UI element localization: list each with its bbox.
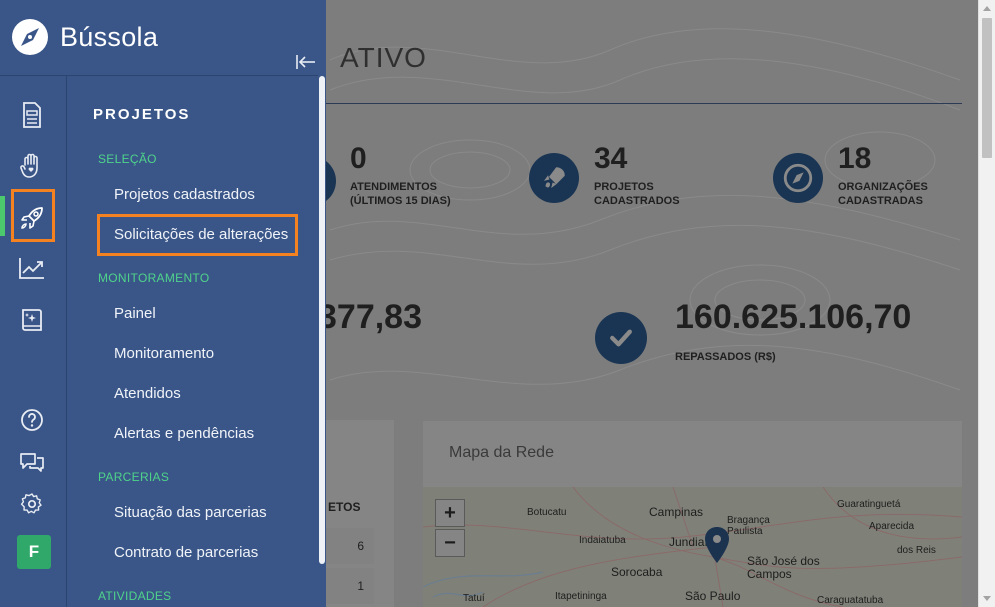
transferred-label: REPASSADOS (R$) bbox=[675, 351, 776, 363]
stat-organizations-label: ORGANIZAÇÕES CADASTRADAS bbox=[838, 181, 928, 207]
map-city: São José dos Campos bbox=[747, 554, 820, 581]
map-city: Campinas bbox=[649, 505, 704, 519]
scrollbar-thumb[interactable] bbox=[982, 18, 992, 158]
section-selecao: SELEÇÃO bbox=[98, 152, 157, 166]
zoom-in-button[interactable]: + bbox=[435, 499, 465, 527]
dashboard-title: ATIVO bbox=[340, 42, 427, 73]
menu-item-alertas-pendencias[interactable]: Alertas e pendências bbox=[114, 425, 254, 442]
compass-logo-icon bbox=[12, 19, 48, 55]
map-city: dos Reis bbox=[897, 545, 936, 556]
help-icon[interactable] bbox=[17, 405, 47, 435]
map-pin-icon[interactable] bbox=[705, 527, 729, 563]
menu-item-monitoramento[interactable]: Monitoramento bbox=[114, 345, 214, 362]
rocket-highlight bbox=[11, 189, 55, 242]
section-atividades: ATIVIDADES bbox=[98, 589, 172, 603]
map-city: Caraguatatuba bbox=[817, 595, 884, 606]
map-canvas[interactable]: + − Botucatu Campinas Bragança Paulista … bbox=[423, 487, 962, 607]
menu-scrollbar-thumb[interactable] bbox=[319, 76, 325, 564]
menu-title: PROJETOS bbox=[93, 106, 191, 123]
scroll-up-arrow-icon[interactable] bbox=[983, 6, 991, 11]
menu-item-contrato-parcerias[interactable]: Contrato de parcerias bbox=[114, 544, 258, 561]
solicitacoes-highlight bbox=[97, 214, 298, 256]
map-city: Bragança Paulista bbox=[727, 515, 770, 537]
stat-organizations-value: 18 bbox=[838, 142, 872, 175]
map-city: Guaratinguetá bbox=[837, 499, 901, 510]
rocket-icon bbox=[529, 153, 579, 203]
menu-item-projetos-cadastrados[interactable]: Projetos cadastrados bbox=[114, 186, 255, 203]
table-row: 6 bbox=[326, 528, 374, 564]
big-value-left: 377,83 bbox=[318, 298, 422, 336]
document-icon[interactable] bbox=[17, 100, 47, 130]
map-title: Mapa da Rede bbox=[449, 444, 554, 461]
collapse-left-icon bbox=[296, 55, 315, 69]
scroll-down-arrow-icon[interactable] bbox=[983, 596, 991, 601]
gear-icon[interactable] bbox=[17, 489, 47, 519]
section-monitoramento: MONITORAMENTO bbox=[98, 271, 210, 285]
brand-name: Bússola bbox=[60, 21, 159, 52]
map-city: Botucatu bbox=[527, 507, 567, 518]
table-header: ETOS bbox=[328, 500, 361, 514]
menu-item-atendidos[interactable]: Atendidos bbox=[114, 385, 181, 402]
collapse-sidebar-button[interactable] bbox=[295, 53, 317, 71]
user-avatar[interactable]: F bbox=[17, 535, 51, 569]
stat-attendances-value: 0 bbox=[350, 142, 367, 175]
menu-scrollbar[interactable] bbox=[318, 76, 326, 607]
map-city: Jundiaí bbox=[669, 535, 708, 549]
map-city: Tatuí bbox=[463, 593, 485, 604]
title-divider bbox=[326, 103, 962, 104]
compass-icon bbox=[773, 153, 823, 203]
map-city: São Paulo bbox=[685, 589, 741, 603]
menu-item-painel[interactable]: Painel bbox=[114, 305, 156, 322]
stat-attendances-label: ATENDIMENTOS (ÚLTIMOS 15 DIAS) bbox=[350, 181, 451, 207]
map-city: Itapetininga bbox=[555, 591, 607, 602]
chat-icon[interactable] bbox=[17, 447, 47, 477]
network-map-card: Mapa da Rede + − Botucatu Campinas Braga… bbox=[423, 421, 962, 607]
check-icon bbox=[595, 312, 647, 364]
chart-trend-icon[interactable] bbox=[17, 253, 47, 283]
map-city: Sorocaba bbox=[611, 565, 663, 579]
table-row: 1 bbox=[326, 568, 374, 604]
sidebar: Bússola F PROJETOS SELEÇÃO Projetos cada… bbox=[0, 0, 326, 607]
hand-heart-icon[interactable] bbox=[17, 151, 47, 181]
zoom-out-button[interactable]: − bbox=[435, 529, 465, 557]
active-indicator bbox=[0, 196, 5, 236]
stat-projects-label: PROJETOS CADASTRADOS bbox=[594, 181, 680, 207]
sparkle-book-icon[interactable] bbox=[17, 305, 47, 335]
menu-item-situacao-parcerias[interactable]: Situação das parcerias bbox=[114, 504, 267, 521]
map-city: Aparecida bbox=[869, 521, 915, 532]
stat-projects-value: 34 bbox=[594, 142, 628, 175]
map-city: Indaiatuba bbox=[579, 535, 626, 546]
brand-logo[interactable]: Bússola bbox=[10, 17, 158, 57]
section-parcerias: PARCERIAS bbox=[98, 470, 170, 484]
transferred-value: 160.625.106,70 bbox=[675, 298, 912, 336]
page-scrollbar[interactable] bbox=[978, 0, 995, 607]
